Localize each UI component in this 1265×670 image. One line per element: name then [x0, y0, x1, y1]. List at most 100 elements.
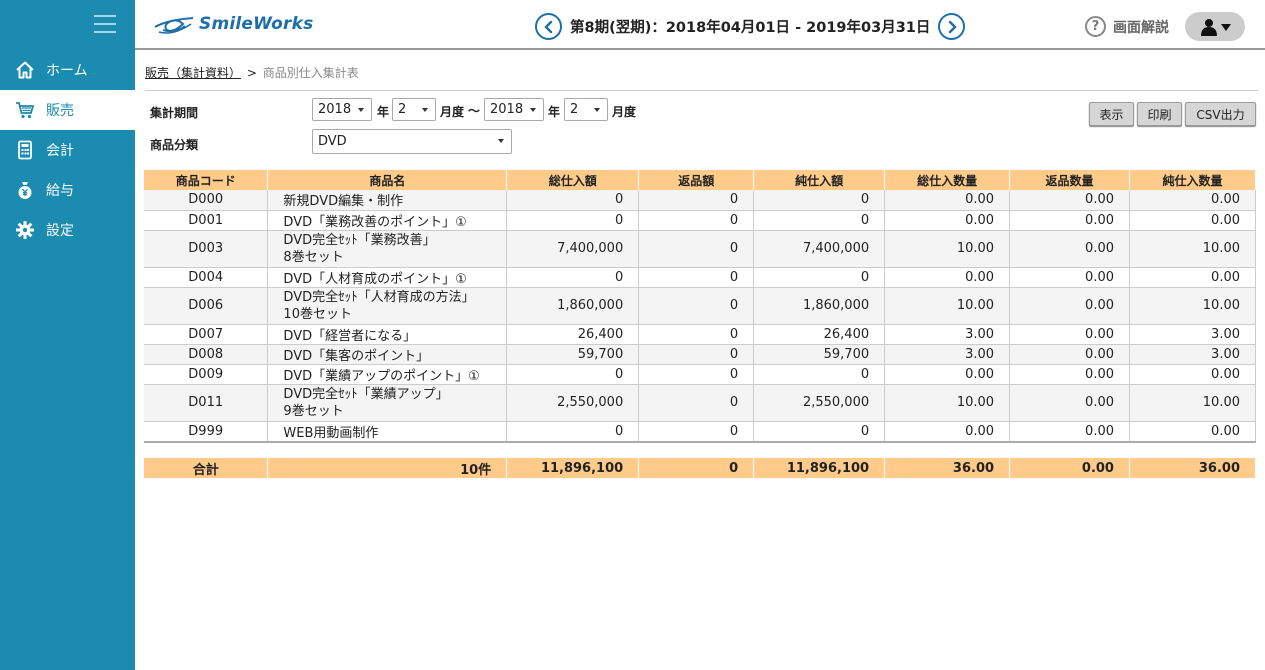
- table-row[interactable]: D000 新規DVD編集・制作 0 0 0 0.00 0.00 0.00: [144, 190, 1256, 211]
- product-name-cell: DVD「集客のポイント」: [267, 344, 508, 365]
- value-cell: 0: [506, 267, 640, 288]
- value-cell: 0: [638, 210, 755, 231]
- value-cell: 0: [753, 364, 886, 385]
- sidebar-nav: ホーム 販売 会計 給与 設定: [0, 50, 135, 250]
- value-cell: 1,860,000: [506, 287, 640, 325]
- value-cell: 0.00: [1009, 190, 1130, 211]
- product-code-cell: D006: [144, 287, 269, 325]
- hamburger-menu-icon[interactable]: [94, 15, 116, 35]
- value-cell: 0: [638, 384, 755, 422]
- value-cell: 7,400,000: [753, 230, 886, 268]
- from-month-value: 2: [398, 102, 407, 117]
- product-name-cell: DVD「業績アップのポイント」①: [267, 364, 508, 385]
- sidebar-item-sales[interactable]: 販売: [0, 90, 135, 130]
- value-cell: 0.00: [1009, 364, 1130, 385]
- category-label: 商品分類: [150, 138, 199, 152]
- gear-icon: [14, 219, 36, 241]
- column-header: 返品額: [638, 170, 755, 190]
- calculator-icon: [14, 139, 36, 161]
- print-button[interactable]: 印刷: [1137, 102, 1182, 126]
- column-header: 商品コード: [144, 170, 269, 190]
- table-row[interactable]: D003 DVD完全ｾｯﾄ「業務改善」 8巻セット 7,400,000 0 7,400,…: [144, 230, 1256, 268]
- value-cell: 10.00: [1129, 230, 1256, 268]
- show-button[interactable]: 表示: [1089, 102, 1134, 126]
- table-row[interactable]: D001 DVD「業務改善のポイント」① 0 0 0 0.00 0.00 0.00: [144, 210, 1256, 231]
- sidebar-item-accounting[interactable]: 会計: [0, 130, 135, 170]
- value-cell: 10.00: [884, 384, 1011, 422]
- csv-export-button[interactable]: CSV出力: [1185, 102, 1256, 126]
- logo-text: SmileWorks: [199, 14, 314, 34]
- value-cell: 10.00: [884, 230, 1011, 268]
- value-cell: 0: [753, 267, 886, 288]
- value-cell: 0.00: [1009, 421, 1130, 443]
- product-code-cell: D999: [144, 421, 269, 443]
- table-row[interactable]: D007 DVD「経営者になる」 26,400 0 26,400 3.00 0.00 3.00: [144, 324, 1256, 345]
- to-month-select[interactable]: 2: [564, 98, 608, 121]
- breadcrumb-separator: >: [246, 66, 257, 80]
- sidebar-item-label: ホーム: [46, 63, 88, 79]
- value-cell: 7,400,000: [506, 230, 640, 268]
- sidebar-item-settings[interactable]: 設定: [0, 210, 135, 250]
- product-name-cell: DVD「経営者になる」: [267, 324, 508, 345]
- product-name-cell: DVD「人材育成のポイント」①: [267, 267, 508, 288]
- total-value: 0: [638, 458, 755, 478]
- table-row[interactable]: D009 DVD「業績アップのポイント」① 0 0 0 0.00 0.00 0.00: [144, 364, 1256, 385]
- table-row[interactable]: D011 DVD完全ｾｯﾄ「業績アップ」 9巻セット 2,550,000 0 2,550…: [144, 384, 1256, 422]
- value-cell: 0: [638, 344, 755, 365]
- value-cell: 0.00: [1009, 230, 1130, 268]
- table-row[interactable]: D008 DVD「集客のポイント」 59,700 0 59,700 3.00 0.00 3.0…: [144, 344, 1256, 365]
- help-button[interactable]: ? 画面解説: [1085, 16, 1169, 37]
- value-cell: 0.00: [1129, 267, 1256, 288]
- total-label: 合計: [144, 458, 269, 478]
- value-cell: 1,860,000: [753, 287, 886, 325]
- caret-down-icon: [498, 139, 504, 143]
- year-unit: 年: [548, 105, 561, 119]
- value-cell: 26,400: [753, 324, 886, 345]
- chevron-right-icon: [948, 20, 957, 33]
- value-cell: 0.00: [884, 364, 1011, 385]
- value-cell: 10.00: [1129, 384, 1256, 422]
- period-label: 集計期間: [150, 106, 199, 120]
- product-name-cell: DVD「業務改善のポイント」①: [267, 210, 508, 231]
- value-cell: 3.00: [884, 344, 1011, 365]
- product-code-cell: D003: [144, 230, 269, 268]
- value-cell: 59,700: [506, 344, 640, 365]
- sidebar-item-label: 設定: [46, 223, 74, 239]
- breadcrumb-parent-link[interactable]: 販売（集計資料）: [145, 66, 241, 80]
- period-navigator: 第8期(翌期)：2018年04月01日 - 2019年03月31日: [535, 13, 966, 40]
- from-month-select[interactable]: 2: [392, 98, 436, 121]
- sidebar-item-payroll[interactable]: 給与: [0, 170, 135, 210]
- product-name-cell: 新規DVD編集・制作: [267, 190, 508, 211]
- product-name-cell: DVD完全ｾｯﾄ「業務改善」 8巻セット: [267, 230, 508, 268]
- value-cell: 0.00: [1129, 190, 1256, 211]
- total-value: 11,896,100: [753, 458, 886, 478]
- caret-down-icon: [358, 108, 364, 112]
- table-header-row: 商品コード 商品名 総仕入額 返品額 純仕入額 総仕入数量 返品数量 純仕入数量: [144, 170, 1256, 190]
- logo[interactable]: SmileWorks: [153, 12, 313, 36]
- value-cell: 0.00: [1129, 421, 1256, 443]
- to-year-select[interactable]: 2018: [484, 98, 544, 121]
- value-cell: 0: [506, 421, 640, 443]
- product-code-cell: D007: [144, 324, 269, 345]
- previous-period-button[interactable]: [535, 13, 562, 40]
- total-value: 0.00: [1009, 458, 1130, 478]
- help-label: 画面解説: [1113, 19, 1169, 36]
- sidebar-item-home[interactable]: ホーム: [0, 50, 135, 90]
- from-year-select[interactable]: 2018: [312, 98, 372, 121]
- table-row[interactable]: D004 DVD「人材育成のポイント」① 0 0 0 0.00 0.00 0.00: [144, 267, 1256, 288]
- product-code-cell: D008: [144, 344, 269, 365]
- category-select[interactable]: DVD: [312, 129, 512, 154]
- sidebar: ホーム 販売 会計 給与 設定: [0, 0, 135, 670]
- table-row[interactable]: D999 WEB用動画制作 0 0 0 0.00 0.00 0.00: [144, 421, 1256, 443]
- caret-down-icon: [1220, 23, 1231, 31]
- value-cell: 0: [506, 210, 640, 231]
- user-menu-button[interactable]: [1185, 12, 1245, 41]
- value-cell: 26,400: [506, 324, 640, 345]
- value-cell: 0.00: [884, 421, 1011, 443]
- to-month-value: 2: [570, 102, 579, 117]
- sidebar-item-label: 販売: [46, 103, 74, 119]
- caret-down-icon: [594, 108, 600, 112]
- next-period-button[interactable]: [938, 13, 966, 40]
- product-code-cell: D000: [144, 190, 269, 211]
- table-row[interactable]: D006 DVD完全ｾｯﾄ「人材育成の方法」 10巻セット 1,860,000 0 1,…: [144, 287, 1256, 325]
